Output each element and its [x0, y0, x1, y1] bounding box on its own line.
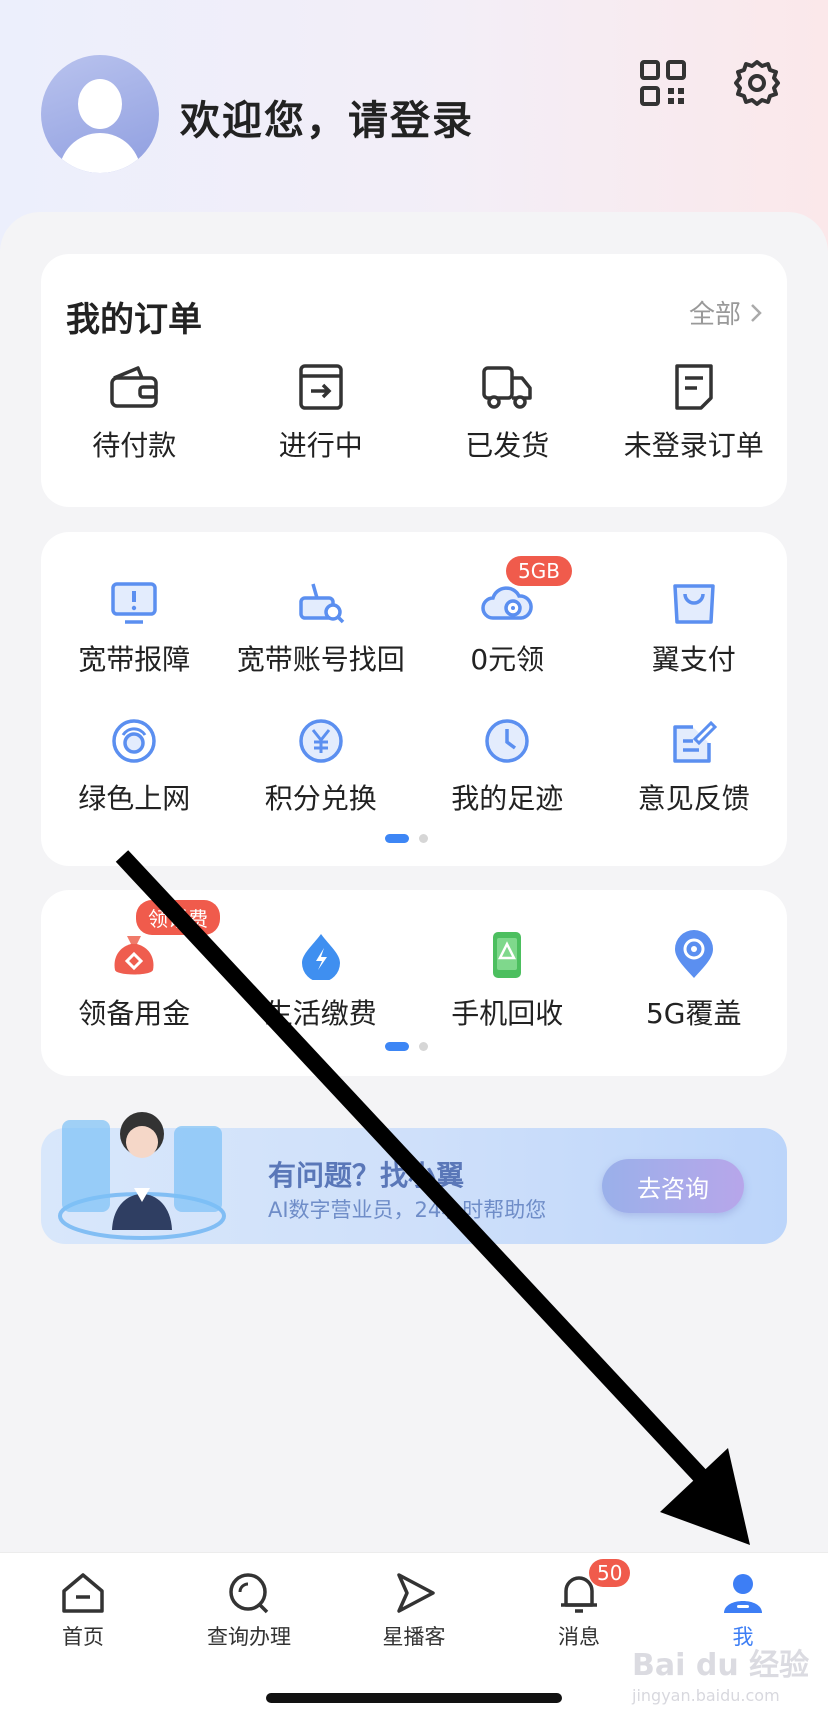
banner-title: 有问题？找小翼	[268, 1159, 465, 1192]
life-label: 领备用金	[78, 997, 191, 1030]
clock-icon	[485, 719, 529, 763]
tab-podcast[interactable]: 星播客	[344, 1571, 484, 1651]
order-item-label: 待付款	[92, 429, 177, 462]
service-label: 积分兑换	[264, 782, 377, 815]
monitor-alert-icon	[111, 582, 157, 624]
banner-subtitle: AI数字营业员，24小时帮助您	[268, 1198, 547, 1222]
consult-button[interactable]: 去咨询	[602, 1159, 744, 1213]
service-footprints[interactable]: 我的足迹	[414, 717, 601, 817]
service-account-recovery[interactable]: 宽带账号找回	[228, 580, 415, 678]
home-indicator	[266, 1693, 562, 1703]
document-icon	[675, 364, 713, 410]
order-pending-payment[interactable]: 待付款	[41, 362, 228, 464]
money-bag-icon	[114, 936, 154, 975]
login-prompt[interactable]: 欢迎您，请登录	[180, 88, 474, 146]
service-feedback[interactable]: 意见反馈	[601, 717, 788, 817]
service-label: 我的足迹	[451, 782, 564, 815]
home-icon	[62, 1573, 104, 1613]
tab-messages[interactable]: 消息 50	[509, 1559, 649, 1651]
service-bestpay[interactable]: 翼支付	[601, 580, 788, 678]
life-bill-payment[interactable]: 生活缴费	[228, 930, 415, 1032]
watermark: Bai du 经验	[632, 1648, 810, 1683]
tab-label: 首页	[62, 1625, 104, 1649]
phone-recycle-icon	[493, 932, 522, 978]
order-guest[interactable]: 未登录订单	[601, 362, 788, 464]
tab-label: 查询办理	[207, 1625, 291, 1649]
service-label: 翼支付	[651, 643, 736, 676]
order-item-label: 已发货	[465, 429, 550, 462]
gear-icon[interactable]	[732, 58, 782, 108]
order-shipped[interactable]: 已发货	[414, 362, 601, 464]
truck-icon	[482, 366, 532, 409]
tab-label: 消息	[558, 1625, 600, 1649]
service-badge: 5GB	[506, 556, 572, 586]
order-item-label: 进行中	[278, 429, 363, 462]
tab-home[interactable]: 首页	[13, 1571, 153, 1651]
service-points-exchange[interactable]: 积分兑换	[228, 717, 415, 817]
life-page-indicator	[385, 1042, 428, 1051]
service-label: 宽带账号找回	[236, 643, 405, 676]
box-arrow-icon	[299, 364, 343, 410]
life-services-card: 领备用金 领话费 生活缴费 手机回收 5G覆盖	[41, 890, 787, 1076]
order-in-progress[interactable]: 进行中	[228, 362, 415, 464]
life-label: 5G覆盖	[645, 997, 742, 1030]
order-item-label: 未登录订单	[623, 429, 764, 462]
life-5g-coverage[interactable]: 5G覆盖	[601, 930, 788, 1032]
ai-agent-illustration	[58, 1112, 226, 1240]
service-label: 宽带报障	[78, 643, 191, 676]
shield-circle-icon	[112, 719, 156, 763]
user-icon	[724, 1574, 762, 1613]
tab-me[interactable]: 我	[673, 1571, 813, 1651]
services-card: 宽带报障 宽带账号找回 0元领 5GB 翼支付 绿色上网 积分兑换 我的足迹 意…	[41, 532, 787, 866]
life-reserve-fund[interactable]: 领备用金 领话费	[41, 900, 228, 1032]
life-label: 生活缴费	[264, 997, 377, 1030]
tab-query[interactable]: 查询办理	[179, 1571, 319, 1651]
cloud-icon	[481, 586, 534, 620]
service-broadband-repair[interactable]: 宽带报障	[41, 580, 228, 678]
service-label: 0元领	[470, 643, 545, 676]
edit-note-icon	[673, 720, 717, 763]
chevron-right-icon	[751, 303, 762, 322]
router-search-icon	[299, 583, 344, 624]
orders-title: 我的订单	[66, 300, 202, 340]
services-page-indicator	[385, 834, 428, 843]
life-badge: 领话费	[136, 900, 220, 935]
play-icon	[397, 1573, 435, 1613]
wallet-icon	[110, 366, 158, 408]
avatar[interactable]	[41, 55, 159, 173]
tab-label: 星播客	[382, 1625, 446, 1649]
orders-all-label: 全部	[688, 300, 741, 330]
watermark-url: jingyan.baidu.com	[632, 1686, 780, 1705]
location-pin-icon	[674, 930, 713, 978]
shopping-bag-icon	[673, 584, 715, 624]
yuan-coin-icon	[299, 719, 343, 763]
qr-code-icon[interactable]	[638, 58, 688, 108]
life-label: 手机回收	[451, 997, 564, 1030]
service-green-web[interactable]: 绿色上网	[41, 717, 228, 817]
search-icon	[229, 1573, 269, 1614]
service-label: 意见反馈	[637, 782, 750, 815]
life-phone-recycle[interactable]: 手机回收	[414, 930, 601, 1032]
service-label: 绿色上网	[78, 782, 191, 815]
message-count-badge: 50	[589, 1559, 631, 1587]
orders-card: 我的订单 全部 待付款 进行中 已发货 未登录订单	[41, 254, 787, 507]
service-free-data[interactable]: 0元领 5GB	[414, 556, 601, 678]
orders-all-link[interactable]: 全部	[689, 294, 763, 331]
bolt-drop-icon	[301, 934, 340, 980]
